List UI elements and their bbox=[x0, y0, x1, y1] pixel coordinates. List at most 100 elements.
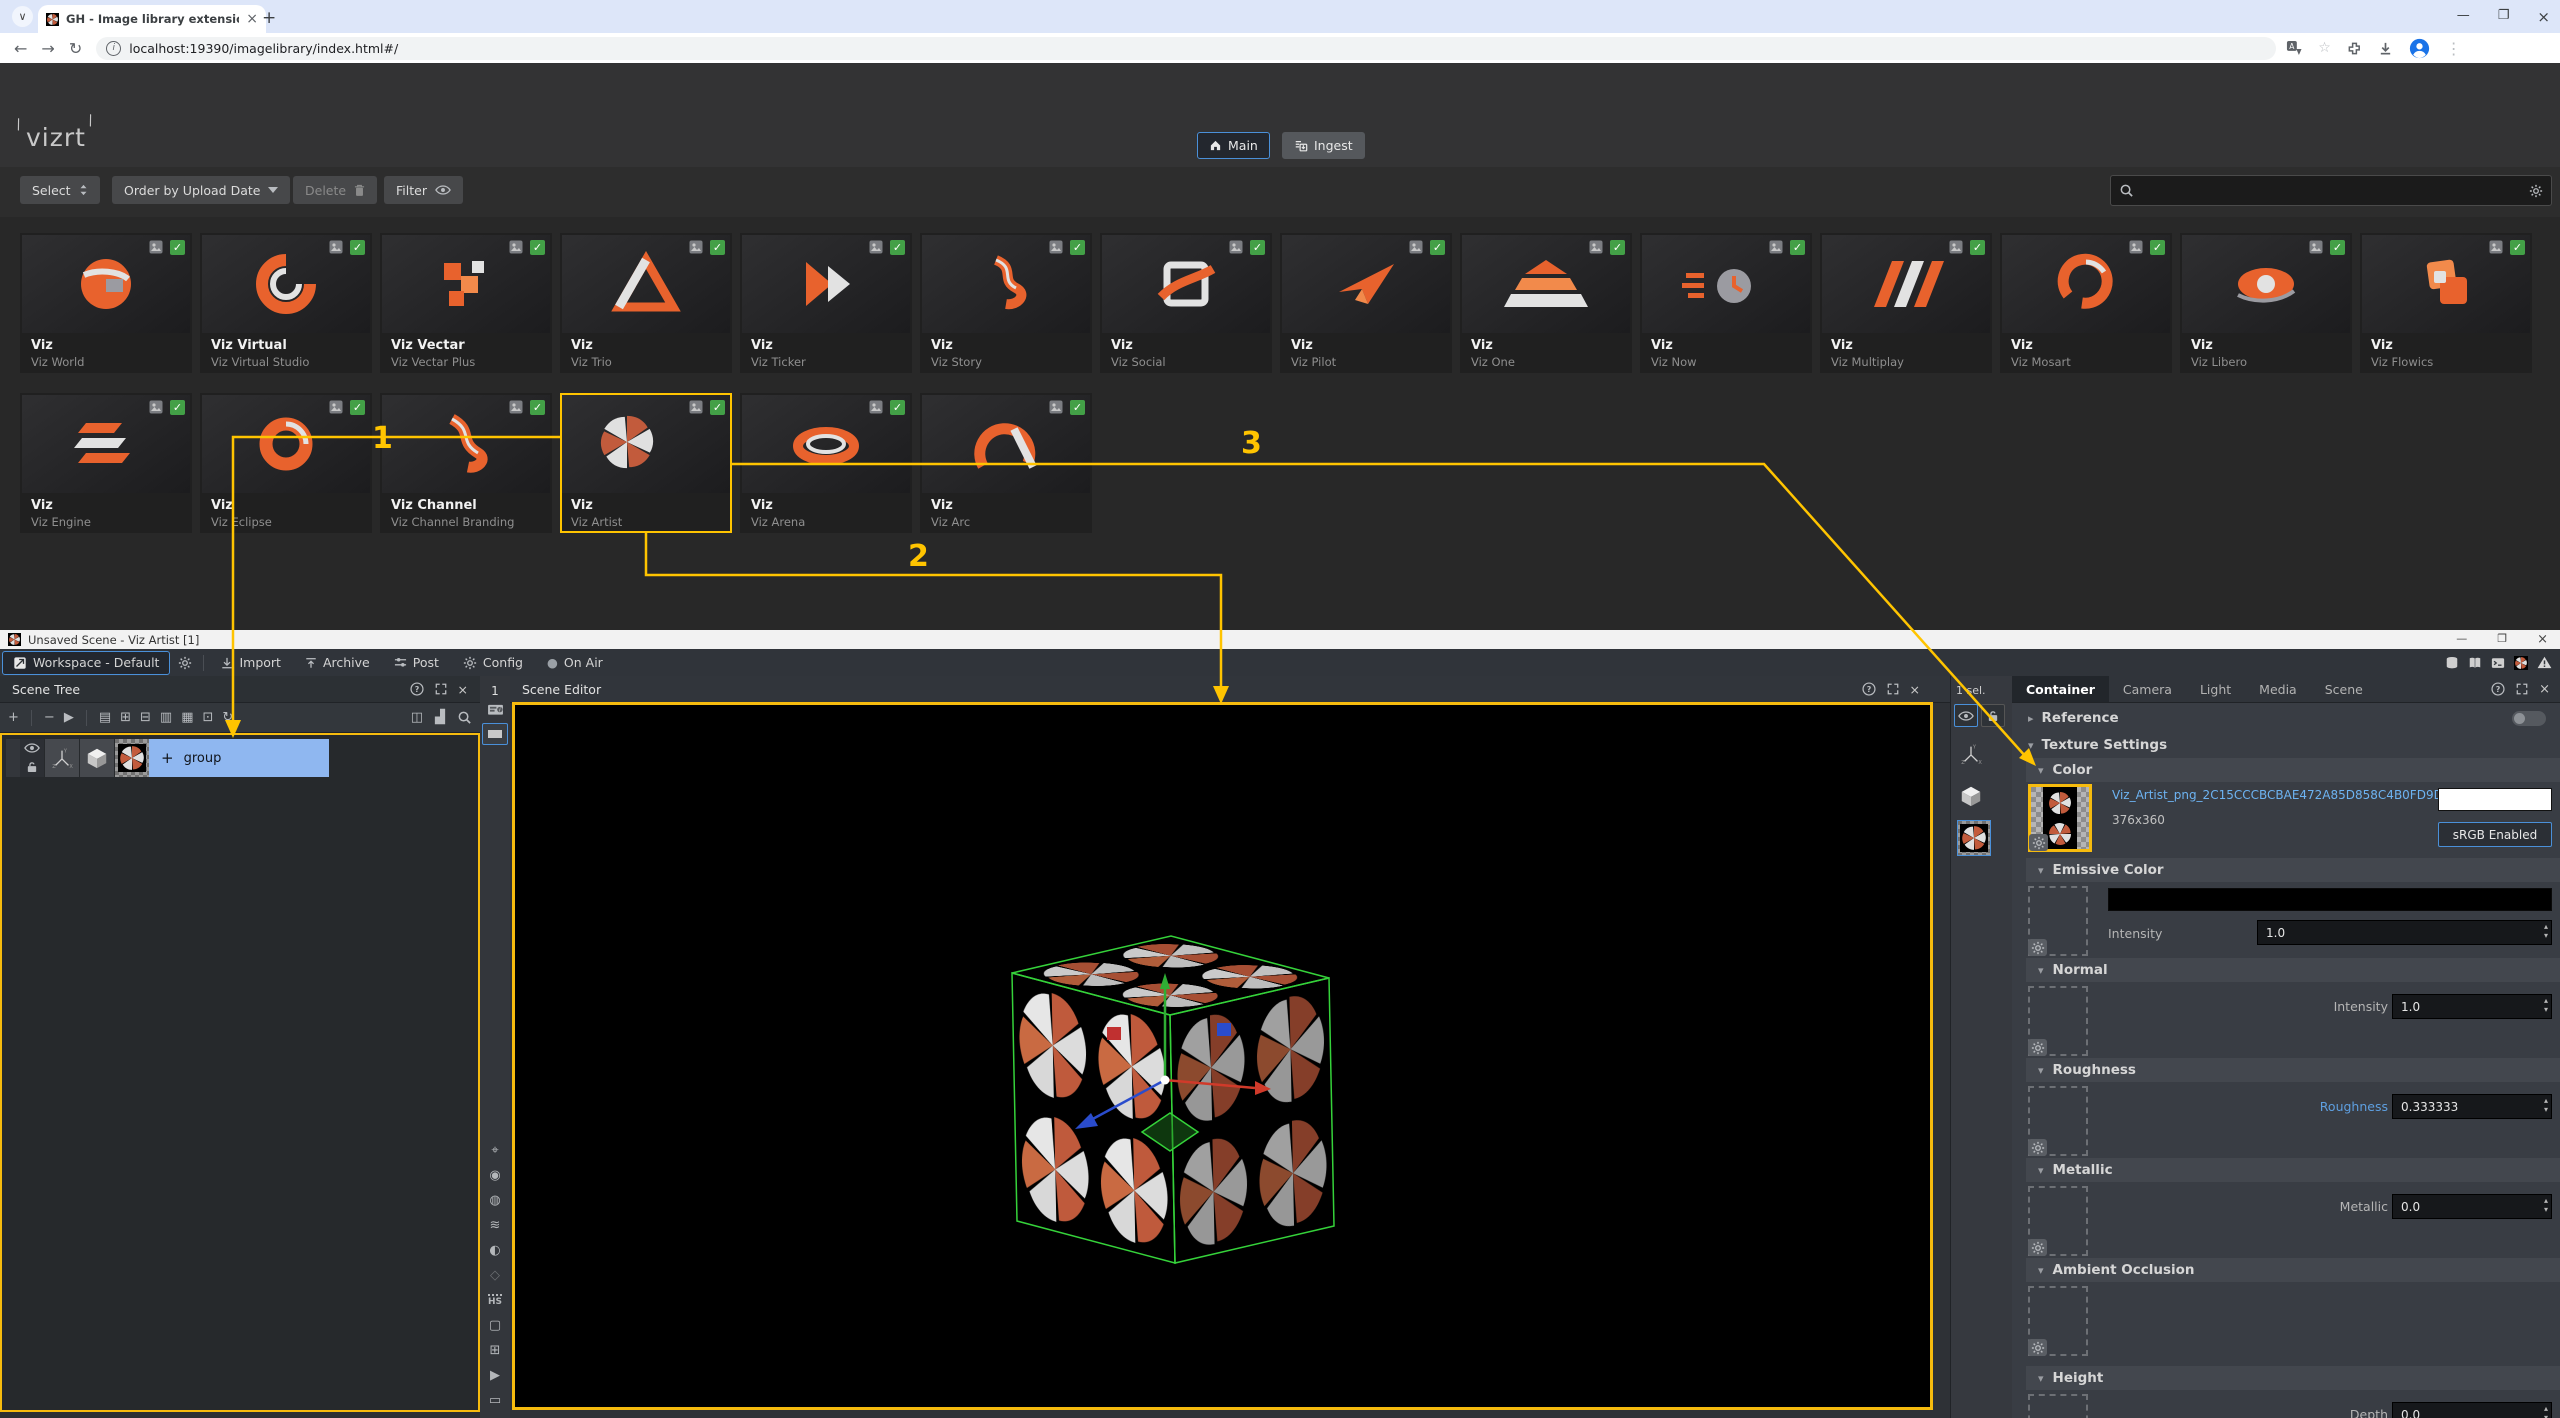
expand-icon[interactable] bbox=[435, 682, 447, 697]
tile-preview-icon[interactable] bbox=[689, 240, 704, 255]
tile-preview-icon[interactable] bbox=[149, 400, 164, 415]
scene-viewport[interactable] bbox=[512, 702, 1933, 1410]
warnings-icon[interactable] bbox=[2537, 656, 2552, 669]
tile-checkbox-checked[interactable]: ✓ bbox=[530, 240, 545, 255]
reference-toggle[interactable] bbox=[2512, 711, 2546, 726]
texture-gear-icon[interactable] bbox=[2028, 1139, 2047, 1156]
tile-checkbox-checked[interactable]: ✓ bbox=[890, 240, 905, 255]
console-icon[interactable] bbox=[2491, 656, 2505, 670]
section-header-metallic[interactable]: ▾Metallic bbox=[2026, 1158, 2560, 1182]
product-tile-viz-trio[interactable]: ✓VizViz Trio bbox=[560, 233, 732, 373]
select-button[interactable]: Select bbox=[20, 176, 100, 204]
minimize-icon[interactable]: — bbox=[2457, 8, 2470, 26]
texture-gear-icon[interactable] bbox=[2029, 834, 2048, 851]
frame-icon[interactable]: ▭ bbox=[486, 1392, 504, 1408]
new-tab-button[interactable]: + bbox=[262, 8, 276, 28]
texture-slot-empty[interactable] bbox=[2028, 1394, 2088, 1418]
tile-preview-icon[interactable] bbox=[2489, 240, 2504, 255]
texture-settings-row[interactable]: ▾ Texture Settings bbox=[2012, 732, 2560, 758]
monitor-info-icon[interactable]: i bbox=[487, 704, 504, 717]
texture-gear-icon[interactable] bbox=[2028, 1339, 2047, 1356]
workspace-settings-gear-icon[interactable] bbox=[178, 656, 192, 670]
container-in-icon[interactable]: ▥ bbox=[160, 710, 172, 725]
post-menu-item[interactable]: Post bbox=[384, 652, 449, 674]
address-bar[interactable]: i localhost:19390/imagelibrary/index.htm… bbox=[96, 37, 2276, 60]
param-value-input[interactable]: 0.0▴▾ bbox=[2392, 1402, 2552, 1418]
order-by-button[interactable]: Order by Upload Date bbox=[112, 176, 290, 204]
texture-slot-empty[interactable] bbox=[2028, 986, 2088, 1056]
close-icon[interactable]: × bbox=[458, 682, 468, 697]
tab-light[interactable]: Light bbox=[2186, 676, 2245, 702]
group-node-label[interactable]: + group bbox=[149, 739, 329, 777]
texture-slot-empty[interactable] bbox=[2028, 1286, 2088, 1356]
product-tile-viz-one[interactable]: ✓VizViz One bbox=[1460, 233, 1632, 373]
tile-checkbox-checked[interactable]: ✓ bbox=[170, 400, 185, 415]
geometry-thumbnail[interactable] bbox=[79, 739, 114, 777]
workspace-button[interactable]: Workspace - Default bbox=[2, 651, 170, 675]
tile-checkbox-checked[interactable]: ✓ bbox=[170, 240, 185, 255]
param-value-input[interactable]: 1.0▴▾ bbox=[2257, 920, 2552, 945]
color-section-header[interactable]: ▾ Color bbox=[2026, 758, 2560, 782]
tile-preview-icon[interactable] bbox=[1949, 240, 1964, 255]
texture-gear-icon[interactable] bbox=[2028, 939, 2047, 956]
view-mode-button[interactable] bbox=[482, 723, 508, 745]
tab-scene[interactable]: Scene bbox=[2311, 676, 2377, 702]
tile-preview-icon[interactable] bbox=[869, 400, 884, 415]
product-tile-viz-multiplay[interactable]: ✓VizViz Multiplay bbox=[1820, 233, 1992, 373]
import-menu-item[interactable]: Import bbox=[211, 652, 291, 674]
light-icon[interactable]: ◍ bbox=[486, 1192, 504, 1208]
main-nav-button[interactable]: Main bbox=[1197, 132, 1270, 159]
tile-checkbox-checked[interactable]: ✓ bbox=[2510, 240, 2525, 255]
translate-icon[interactable]: A bbox=[2286, 40, 2302, 56]
product-tile-viz-libero[interactable]: ✓VizViz Libero bbox=[2180, 233, 2352, 373]
product-tile-viz-arc[interactable]: ✓VizViz Arc bbox=[920, 393, 1092, 533]
camera-icon[interactable]: ◉ bbox=[486, 1167, 504, 1183]
add-icon[interactable]: + bbox=[8, 710, 19, 725]
post-fx-icon[interactable]: ≋ bbox=[486, 1217, 504, 1233]
close-icon[interactable]: × bbox=[2539, 682, 2550, 697]
product-tile-viz-story[interactable]: ✓VizViz Story bbox=[920, 233, 1092, 373]
reference-section-row[interactable]: ▸ Reference bbox=[2012, 704, 2560, 732]
add-view-icon[interactable]: ⊞ bbox=[486, 1342, 504, 1358]
product-tile-viz-artist[interactable]: ✓VizViz Artist bbox=[560, 393, 732, 533]
archive-menu-item[interactable]: Archive bbox=[295, 652, 380, 674]
tile-preview-icon[interactable] bbox=[509, 400, 524, 415]
section-header-normal[interactable]: ▾Normal bbox=[2026, 958, 2560, 982]
tile-checkbox-checked[interactable]: ✓ bbox=[1070, 240, 1085, 255]
color-swatch[interactable] bbox=[2438, 788, 2552, 811]
visibility-eye-button[interactable] bbox=[1954, 704, 1978, 727]
monitor-icon[interactable]: ▢ bbox=[486, 1317, 504, 1333]
bookmark-star-icon[interactable]: ☆ bbox=[2318, 40, 2331, 56]
downloads-icon[interactable] bbox=[2378, 41, 2393, 56]
section-header-height[interactable]: ▾Height bbox=[2026, 1366, 2560, 1390]
forward-icon[interactable]: → bbox=[41, 39, 54, 58]
axis-thumbnail[interactable]: YZX bbox=[44, 739, 79, 777]
tile-preview-icon[interactable] bbox=[329, 400, 344, 415]
tile-checkbox-checked[interactable]: ✓ bbox=[1790, 240, 1805, 255]
stats-icon[interactable]: ▟ bbox=[435, 710, 445, 725]
remove-icon[interactable]: − bbox=[44, 710, 55, 725]
tile-checkbox-checked[interactable]: ✓ bbox=[1250, 240, 1265, 255]
product-tile-viz-social[interactable]: ✓VizViz Social bbox=[1100, 233, 1272, 373]
container-out-icon[interactable]: ▦ bbox=[181, 710, 193, 725]
tile-checkbox-checked[interactable]: ✓ bbox=[710, 400, 725, 415]
mesh-icon[interactable]: ◇ bbox=[486, 1267, 504, 1283]
tile-checkbox-checked[interactable]: ✓ bbox=[530, 400, 545, 415]
on-air-menu-item[interactable]: ● On Air bbox=[537, 652, 613, 674]
product-tile-viz-world[interactable]: ✓VizViz World bbox=[20, 233, 192, 373]
lock-open-icon[interactable] bbox=[27, 761, 37, 773]
layout-icon[interactable]: ◫ bbox=[411, 710, 423, 725]
section-header-roughness[interactable]: ▾Roughness bbox=[2026, 1058, 2560, 1082]
viz-title-bar[interactable]: Unsaved Scene - Viz Artist [1] — ❐ × bbox=[0, 630, 2560, 649]
tile-preview-icon[interactable] bbox=[2129, 240, 2144, 255]
color-swatch[interactable] bbox=[2108, 888, 2552, 911]
filter-button[interactable]: Filter bbox=[384, 176, 463, 204]
scene-tree-content[interactable]: YZX + group bbox=[0, 733, 480, 1412]
srgb-enabled-button[interactable]: sRGB Enabled bbox=[2438, 822, 2552, 847]
tile-preview-icon[interactable] bbox=[509, 240, 524, 255]
restore-icon[interactable]: ❐ bbox=[2497, 632, 2507, 647]
tile-preview-icon[interactable] bbox=[1229, 240, 1244, 255]
product-tile-viz-mosart[interactable]: ✓VizViz Mosart bbox=[2000, 233, 2172, 373]
help-icon[interactable]: ? bbox=[2491, 682, 2505, 697]
tile-preview-icon[interactable] bbox=[149, 240, 164, 255]
